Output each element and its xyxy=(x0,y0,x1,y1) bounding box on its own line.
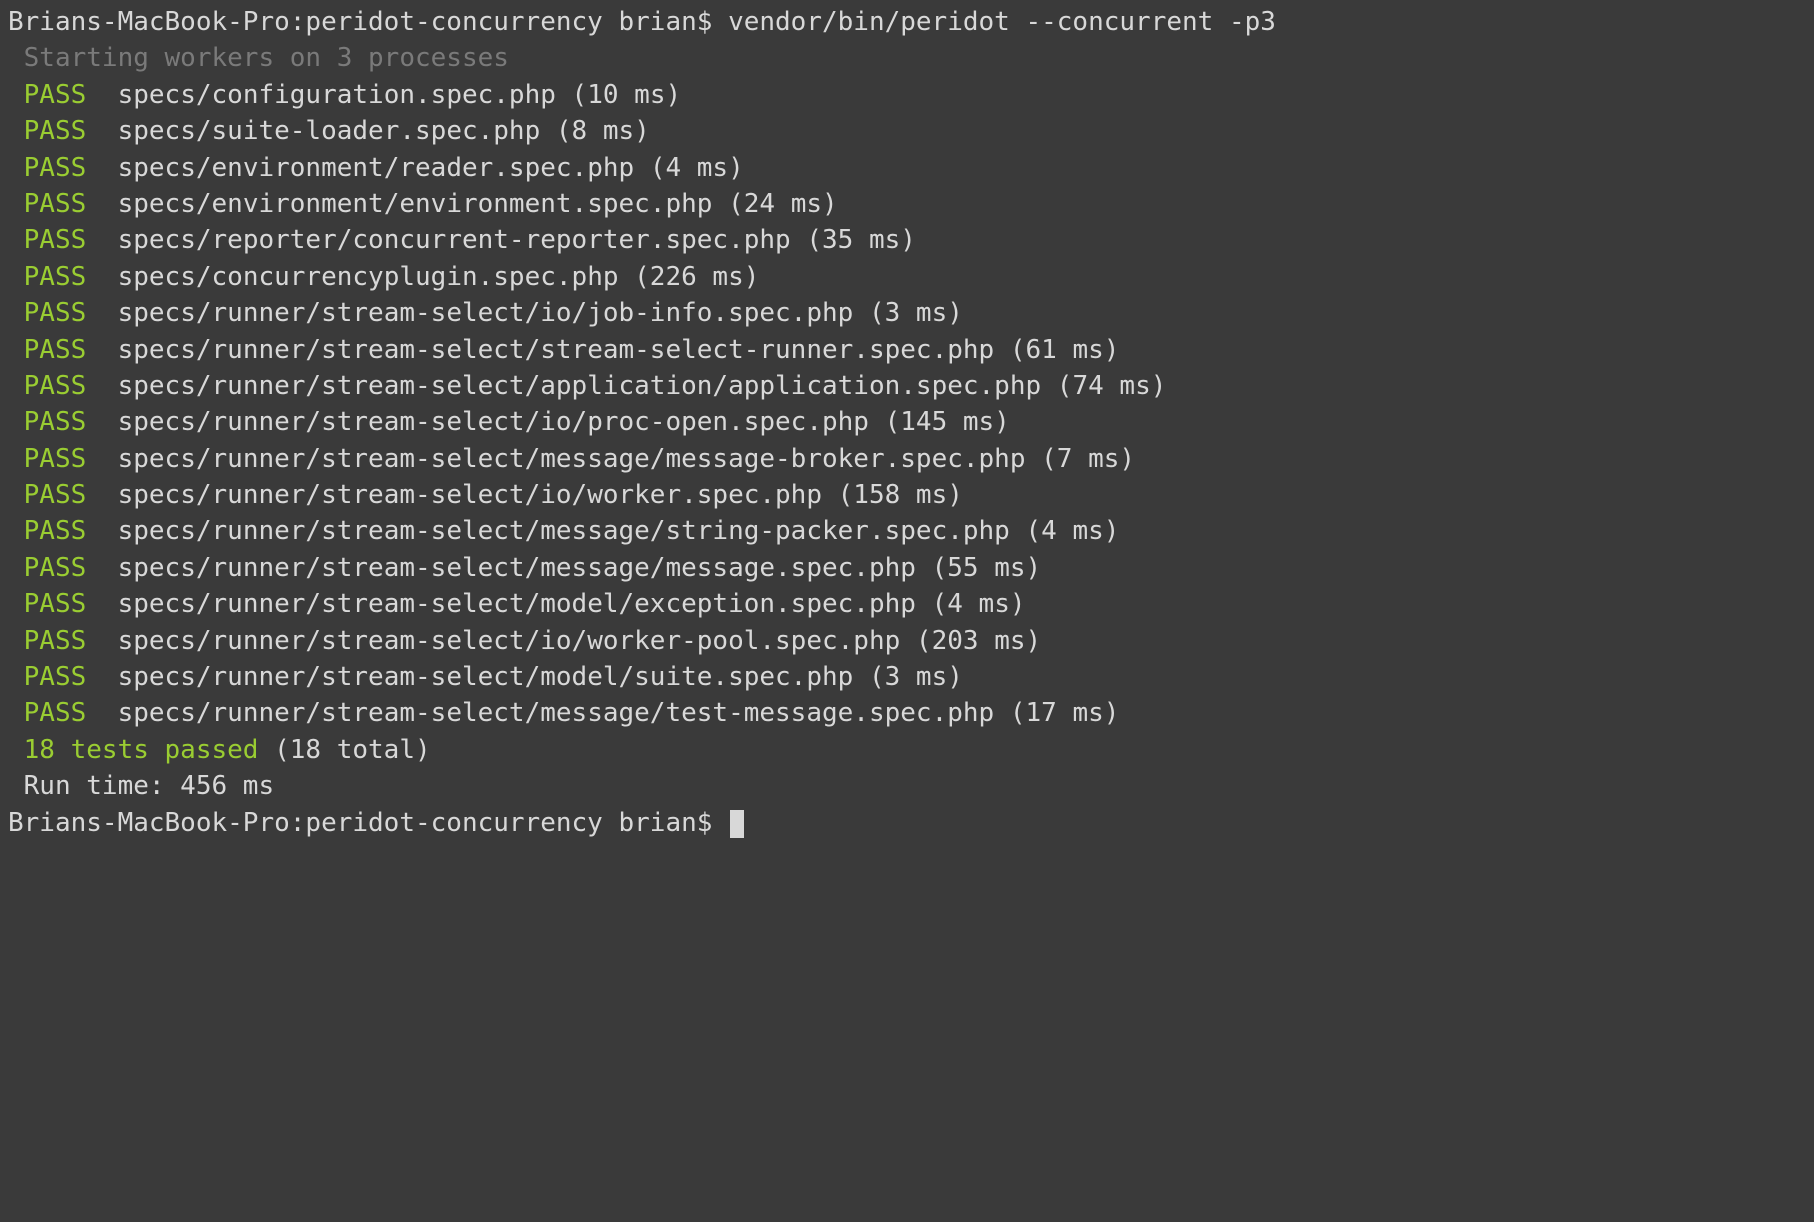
spec-file: specs/runner/stream-select/io/worker.spe… xyxy=(118,480,822,510)
spec-file: specs/runner/stream-select/io/worker-poo… xyxy=(118,626,901,656)
summary-line: 18 tests passed (18 total) xyxy=(8,732,1806,768)
result-line: PASS specs/runner/stream-select/message/… xyxy=(8,550,1806,586)
spec-file: specs/runner/stream-select/io/job-info.s… xyxy=(118,298,854,328)
spec-time: (145 ms) xyxy=(885,407,1010,437)
spec-file: specs/environment/reader.spec.php xyxy=(118,153,635,183)
spec-time: (3 ms) xyxy=(869,298,963,328)
spec-time: (10 ms) xyxy=(572,80,682,110)
result-line: PASS specs/environment/environment.spec.… xyxy=(8,186,1806,222)
result-line: PASS specs/runner/stream-select/model/su… xyxy=(8,659,1806,695)
spec-file: specs/reporter/concurrent-reporter.spec.… xyxy=(118,225,791,255)
pass-label: PASS xyxy=(8,225,86,255)
pass-label: PASS xyxy=(8,626,86,656)
spec-time: (55 ms) xyxy=(932,553,1042,583)
spec-time: (4 ms) xyxy=(932,589,1026,619)
result-line: PASS specs/runner/stream-select/message/… xyxy=(8,695,1806,731)
spec-time: (203 ms) xyxy=(916,626,1041,656)
result-line: PASS specs/runner/stream-select/io/worke… xyxy=(8,623,1806,659)
spec-file: specs/runner/stream-select/stream-select… xyxy=(118,335,995,365)
pass-label: PASS xyxy=(8,589,86,619)
spec-time: (4 ms) xyxy=(650,153,744,183)
result-line: PASS specs/runner/stream-select/message/… xyxy=(8,513,1806,549)
spec-file: specs/runner/stream-select/model/excepti… xyxy=(118,589,916,619)
spec-file: specs/runner/stream-select/message/messa… xyxy=(118,553,916,583)
pass-label: PASS xyxy=(8,153,86,183)
pass-label: PASS xyxy=(8,262,86,292)
pass-label: PASS xyxy=(8,298,86,328)
spec-file: specs/runner/stream-select/message/strin… xyxy=(118,516,1010,546)
spec-file: specs/concurrencyplugin.spec.php xyxy=(118,262,619,292)
pass-label: PASS xyxy=(8,480,86,510)
tests-passed: 18 tests passed xyxy=(8,735,258,765)
pass-label: PASS xyxy=(8,698,86,728)
pass-label: PASS xyxy=(8,335,86,365)
result-line: PASS specs/configuration.spec.php (10 ms… xyxy=(8,77,1806,113)
startup-message: Starting workers on 3 processes xyxy=(8,40,1806,76)
spec-time: (74 ms) xyxy=(1057,371,1167,401)
spec-file: specs/runner/stream-select/io/proc-open.… xyxy=(118,407,869,437)
spec-time: (3 ms) xyxy=(869,662,963,692)
command-line: Brians-MacBook-Pro:peridot-concurrency b… xyxy=(8,4,1806,40)
result-line: PASS specs/runner/stream-select/applicat… xyxy=(8,368,1806,404)
spec-time: (35 ms) xyxy=(806,225,916,255)
spec-time: (61 ms) xyxy=(1010,335,1120,365)
spec-file: specs/configuration.spec.php xyxy=(118,80,556,110)
spec-time: (24 ms) xyxy=(728,189,838,219)
result-line: PASS specs/runner/stream-select/io/proc-… xyxy=(8,404,1806,440)
results-list: PASS specs/configuration.spec.php (10 ms… xyxy=(8,77,1806,732)
runtime-line: Run time: 456 ms xyxy=(8,768,1806,804)
spec-time: (226 ms) xyxy=(634,262,759,292)
result-line: PASS specs/runner/stream-select/io/job-i… xyxy=(8,295,1806,331)
pass-label: PASS xyxy=(8,116,86,146)
spec-time: (4 ms) xyxy=(1026,516,1120,546)
spec-file: specs/suite-loader.spec.php xyxy=(118,116,541,146)
tests-total: (18 total) xyxy=(258,735,430,765)
spec-file: specs/runner/stream-select/application/a… xyxy=(118,371,1042,401)
cursor-icon xyxy=(730,810,744,838)
spec-file: specs/runner/stream-select/message/test-… xyxy=(118,698,995,728)
pass-label: PASS xyxy=(8,444,86,474)
spec-time: (17 ms) xyxy=(1010,698,1120,728)
result-line: PASS specs/runner/stream-select/io/worke… xyxy=(8,477,1806,513)
result-line: PASS specs/suite-loader.spec.php (8 ms) xyxy=(8,113,1806,149)
spec-file: specs/runner/stream-select/message/messa… xyxy=(118,444,1026,474)
pass-label: PASS xyxy=(8,662,86,692)
pass-label: PASS xyxy=(8,189,86,219)
result-line: PASS specs/environment/reader.spec.php (… xyxy=(8,150,1806,186)
prompt-line[interactable]: Brians-MacBook-Pro:peridot-concurrency b… xyxy=(8,805,1806,841)
command-text: vendor/bin/peridot --concurrent -p3 xyxy=(728,7,1276,37)
pass-label: PASS xyxy=(8,407,86,437)
shell-prompt: Brians-MacBook-Pro:peridot-concurrency b… xyxy=(8,808,712,838)
pass-label: PASS xyxy=(8,516,86,546)
spec-file: specs/runner/stream-select/model/suite.s… xyxy=(118,662,854,692)
terminal-output: Brians-MacBook-Pro:peridot-concurrency b… xyxy=(8,4,1806,841)
spec-time: (7 ms) xyxy=(1041,444,1135,474)
spec-file: specs/environment/environment.spec.php xyxy=(118,189,713,219)
result-line: PASS specs/reporter/concurrent-reporter.… xyxy=(8,222,1806,258)
result-line: PASS specs/runner/stream-select/stream-s… xyxy=(8,332,1806,368)
pass-label: PASS xyxy=(8,553,86,583)
spec-time: (8 ms) xyxy=(556,116,650,146)
spec-time: (158 ms) xyxy=(838,480,963,510)
shell-prompt: Brians-MacBook-Pro:peridot-concurrency b… xyxy=(8,7,712,37)
result-line: PASS specs/concurrencyplugin.spec.php (2… xyxy=(8,259,1806,295)
result-line: PASS specs/runner/stream-select/message/… xyxy=(8,441,1806,477)
result-line: PASS specs/runner/stream-select/model/ex… xyxy=(8,586,1806,622)
pass-label: PASS xyxy=(8,371,86,401)
pass-label: PASS xyxy=(8,80,86,110)
